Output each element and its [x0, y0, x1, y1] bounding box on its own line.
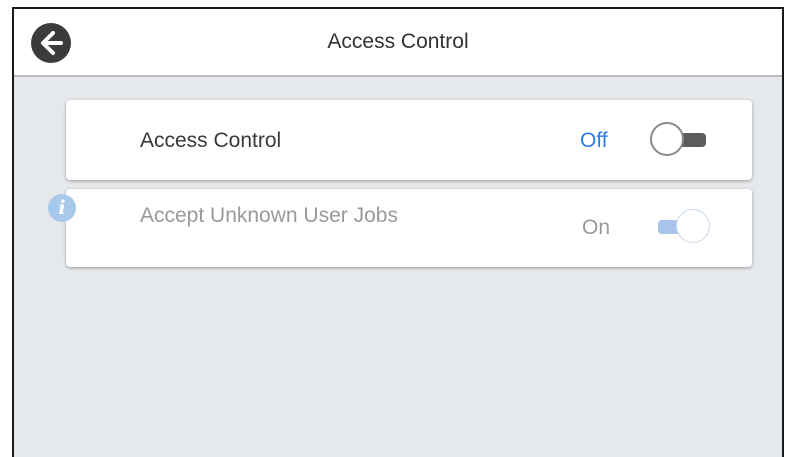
setting-value-access-control: Off	[580, 129, 608, 152]
page-title: Access Control	[327, 30, 469, 53]
setting-row-access-control[interactable]: Access Control Off	[66, 100, 752, 180]
setting-label-accept-unknown-user-jobs: Accept Unknown User Jobs	[140, 204, 398, 227]
header-bar: Access Control	[14, 9, 782, 77]
setting-label-access-control: Access Control	[140, 129, 282, 152]
accept-unknown-user-jobs-toggle	[650, 209, 714, 245]
printer-screen: Access Control Access Control Off i Acce…	[12, 7, 784, 457]
toggle-knob	[650, 122, 684, 156]
toggle-knob	[676, 209, 710, 243]
access-control-toggle[interactable]	[650, 122, 714, 158]
setting-row-accept-unknown-user-jobs: Accept Unknown User Jobs On	[66, 189, 752, 267]
info-icon[interactable]: i	[48, 194, 76, 222]
setting-value-accept-unknown-user-jobs: On	[582, 216, 611, 239]
